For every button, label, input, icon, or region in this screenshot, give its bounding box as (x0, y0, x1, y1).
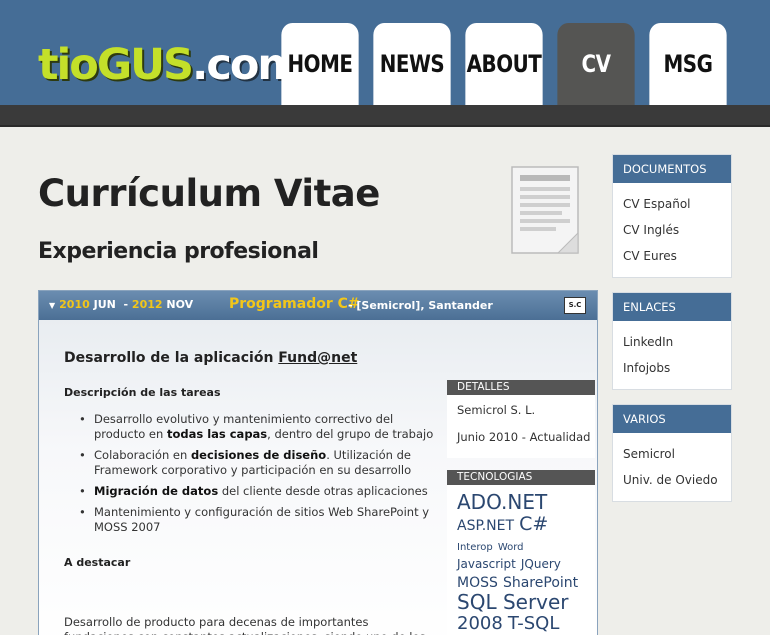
document-icon (511, 166, 579, 254)
tech-cloud: ADO.NET ASP.NET C# Interop Word Javascri… (447, 485, 595, 635)
list-item: Desarrollo evolutivo y mantenimiento cor… (79, 412, 439, 442)
tech-tag[interactable]: Interop (457, 542, 493, 553)
link-semicrol[interactable]: Semicrol (613, 441, 731, 467)
end-month: NOV (166, 298, 194, 311)
tech-tag[interactable]: SharePoint (503, 575, 578, 591)
job-dates: ▼ 2010 JUN - 2012 NOV (49, 298, 194, 311)
details-title: DETALLES (447, 380, 595, 395)
sidebar-title: DOCUMENTOS (613, 155, 731, 183)
tech-tag[interactable]: C# (519, 513, 548, 535)
link-cv-eures[interactable]: CV Eures (613, 243, 731, 269)
tech-tag[interactable]: MOSS (457, 575, 498, 591)
list-item: Migración de datos del cliente desde otr… (79, 484, 439, 499)
details-company: Semicrol S. L. (457, 403, 536, 417)
sidebar-links: ENLACES LinkedIn Infojobs (612, 292, 732, 390)
tech-tag[interactable]: Word (498, 542, 524, 553)
tech-box: TECNOLOGIAS ADO.NET ASP.NET C# Interop W… (447, 470, 595, 635)
tech-title: TECNOLOGIAS (447, 470, 595, 485)
tech-tag[interactable]: ADO.NET (457, 490, 547, 514)
start-month: JUN (93, 298, 116, 311)
app-link[interactable]: Fund@net (278, 350, 357, 366)
job-header[interactable]: ▼ 2010 JUN - 2012 NOV Programador C# - [S… (39, 291, 597, 320)
tech-tag[interactable]: T-SQL (508, 613, 559, 634)
app-title: Desarrollo de la aplicación Fund@net (64, 350, 357, 366)
nav-home[interactable]: HOME (281, 23, 359, 105)
app-title-prefix: Desarrollo de la aplicación (64, 350, 279, 366)
task-list: Desarrollo evolutivo y mantenimiento cor… (79, 412, 439, 541)
details-period: Junio 2010 - Actualidad (457, 430, 591, 444)
link-infojobs[interactable]: Infojobs (613, 355, 731, 381)
sidebar-title: VARIOS (613, 405, 731, 433)
job-role: Programador C# (229, 296, 360, 312)
site-logo[interactable]: tioGUS.com (38, 38, 302, 92)
tech-tag[interactable]: 2008 (457, 613, 503, 634)
nav-news[interactable]: NEWS (373, 23, 451, 105)
start-year: 2010 (59, 298, 90, 311)
sidebar-documents: DOCUMENTOS CV Español CV Inglés CV Eures (612, 154, 732, 278)
highlight-title: A destacar (64, 556, 131, 569)
company-logo: S.C (564, 297, 586, 314)
link-linkedin[interactable]: LinkedIn (613, 329, 731, 355)
link-cv-espanol[interactable]: CV Español (613, 191, 731, 217)
details-box: DETALLES Semicrol S. L. Junio 2010 - Act… (447, 380, 595, 458)
tech-tag[interactable]: SQL Server (457, 590, 569, 614)
logo-part1: tioGUS (38, 40, 194, 90)
highlight-text: Desarrollo de producto para decenas de i… (64, 615, 426, 635)
sidebar-misc: VARIOS Semicrol Univ. de Oviedo (612, 404, 732, 502)
main-content: Currículum Vitae Experiencia profesional… (38, 127, 598, 635)
tech-tag[interactable]: Javascript (457, 557, 516, 571)
job-company: - [Semicrol], Santander (348, 299, 493, 312)
collapse-arrow-icon[interactable]: ▼ (49, 301, 55, 310)
header-bar (0, 105, 770, 127)
page-title: Currículum Vitae (38, 172, 380, 215)
end-year: 2012 (131, 298, 163, 311)
list-item: Mantenimiento y configuración de sitios … (79, 505, 439, 535)
section-title: Experiencia profesional (38, 239, 319, 264)
sidebar-title: ENLACES (613, 293, 731, 321)
site-header: tioGUS.com HOME NEWS ABOUT CV MSG (0, 0, 770, 105)
tasks-title: Descripción de las tareas (64, 386, 221, 399)
nav-about[interactable]: ABOUT (465, 23, 543, 105)
nav-msg[interactable]: MSG (649, 23, 727, 105)
tech-tag[interactable]: ASP.NET (457, 518, 514, 534)
tech-tag[interactable]: JQuery (521, 557, 561, 571)
list-item: Colaboración en decisiones de diseño. Ut… (79, 448, 439, 478)
link-univ-oviedo[interactable]: Univ. de Oviedo (613, 467, 731, 493)
job-body: Desarrollo de la aplicación Fund@net Des… (39, 320, 597, 635)
link-cv-ingles[interactable]: CV Inglés (613, 217, 731, 243)
nav-cv[interactable]: CV (557, 23, 635, 105)
job-entry: ▼ 2010 JUN - 2012 NOV Programador C# - [S… (38, 290, 598, 635)
